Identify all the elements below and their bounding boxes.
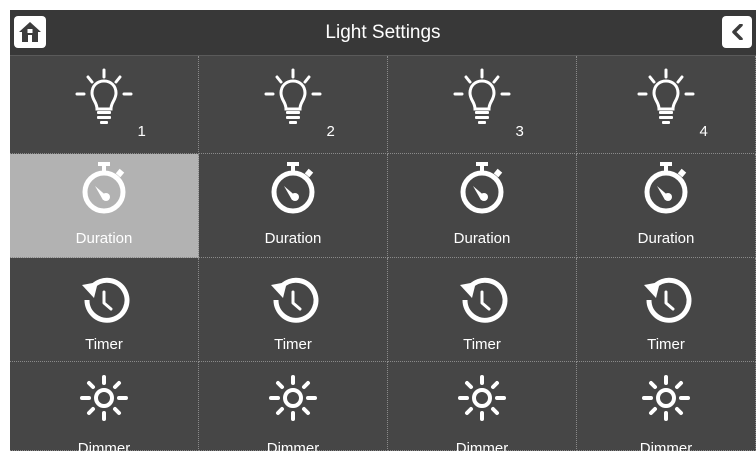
timer-label: Timer xyxy=(85,336,123,353)
light-4-button[interactable]: 4 xyxy=(577,56,756,154)
light-2-dimmer-button[interactable]: Dimmer xyxy=(199,362,388,451)
light-bulb-icon xyxy=(75,68,133,124)
chevron-left-icon xyxy=(732,24,743,40)
light-2-button[interactable]: 2 xyxy=(199,56,388,154)
duration-label: Duration xyxy=(453,230,511,247)
sun-icon xyxy=(458,375,506,421)
light-1-duration-button[interactable]: Duration xyxy=(10,154,199,258)
dimmer-label: Dimmer xyxy=(639,440,693,451)
light-2-timer-button[interactable]: Timer xyxy=(199,258,388,362)
light-1-button[interactable]: 1 xyxy=(10,56,199,154)
timer-icon xyxy=(460,277,508,323)
light-bulb-icon xyxy=(637,68,695,124)
timer-icon xyxy=(271,277,319,323)
timer-icon xyxy=(644,277,692,323)
back-button[interactable] xyxy=(722,16,752,48)
timer-label: Timer xyxy=(274,336,312,353)
light-4-dimmer-button[interactable]: Dimmer xyxy=(577,362,756,451)
light-1-dimmer-button[interactable]: Dimmer xyxy=(10,362,199,451)
light-4-timer-button[interactable]: Timer xyxy=(577,258,756,362)
header-bar: Light Settings xyxy=(10,10,756,56)
timer-label: Timer xyxy=(647,336,685,353)
duration-label: Duration xyxy=(637,230,695,247)
page-title: Light Settings xyxy=(325,22,441,43)
light-3-timer-button[interactable]: Timer xyxy=(388,258,577,362)
light-number: 1 xyxy=(137,123,146,140)
stopwatch-icon xyxy=(82,162,126,214)
dimmer-label: Dimmer xyxy=(455,440,509,451)
light-number: 2 xyxy=(326,123,335,140)
timer-label: Timer xyxy=(463,336,501,353)
light-settings-screen: Light Settings 1 Duration Timer Dimmer 2… xyxy=(10,10,756,451)
timer-icon xyxy=(82,277,130,323)
stopwatch-icon xyxy=(644,162,688,214)
duration-label: Duration xyxy=(75,230,133,247)
sun-icon xyxy=(80,375,128,421)
dimmer-label: Dimmer xyxy=(266,440,320,451)
light-bulb-icon xyxy=(264,68,322,124)
sun-icon xyxy=(642,375,690,421)
light-2-duration-button[interactable]: Duration xyxy=(199,154,388,258)
sun-icon xyxy=(269,375,317,421)
light-1-timer-button[interactable]: Timer xyxy=(10,258,199,362)
light-3-button[interactable]: 3 xyxy=(388,56,577,154)
duration-label: Duration xyxy=(264,230,322,247)
stopwatch-icon xyxy=(271,162,315,214)
light-number: 3 xyxy=(515,123,524,140)
light-bulb-icon xyxy=(453,68,511,124)
light-4-duration-button[interactable]: Duration xyxy=(577,154,756,258)
stopwatch-icon xyxy=(460,162,504,214)
dimmer-label: Dimmer xyxy=(77,440,131,451)
light-number: 4 xyxy=(699,123,708,140)
light-settings-grid: 1 Duration Timer Dimmer 2 Duration Timer xyxy=(10,56,756,451)
light-3-duration-button[interactable]: Duration xyxy=(388,154,577,258)
light-3-dimmer-button[interactable]: Dimmer xyxy=(388,362,577,451)
